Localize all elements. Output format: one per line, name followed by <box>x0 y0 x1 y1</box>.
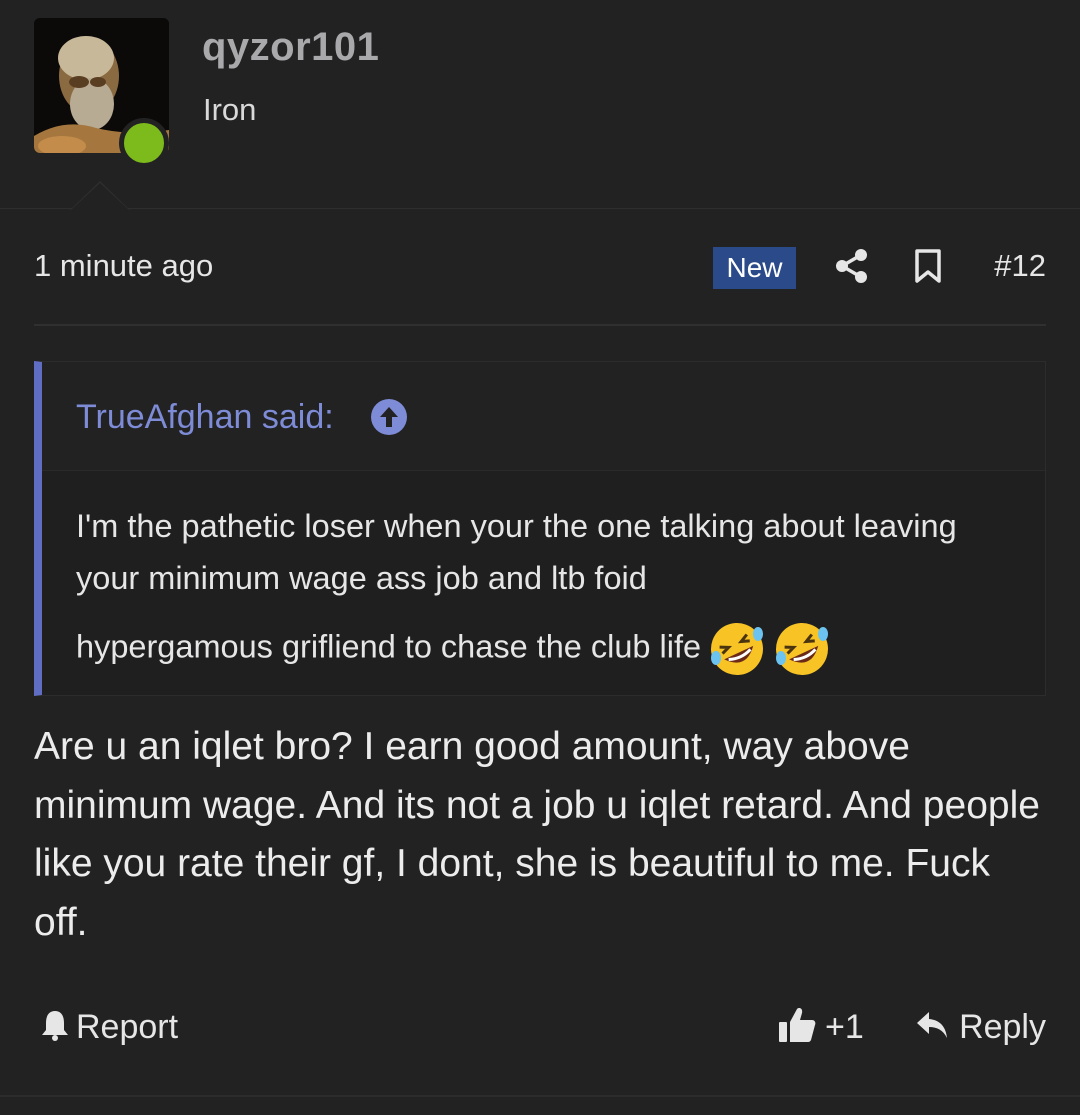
post-number[interactable]: #12 <box>994 248 1046 284</box>
username[interactable]: qyzor101 <box>202 25 379 70</box>
like-count: +1 <box>825 1007 864 1046</box>
laughing-emoji-icon <box>773 620 831 678</box>
arrow-up-circle-icon[interactable] <box>371 399 407 435</box>
quote-body: I'm the pathetic loser when your the one… <box>76 508 957 596</box>
post-actions-bar: Report +1 Reply <box>34 1000 1046 1052</box>
share-icon[interactable] <box>835 248 869 284</box>
reply-button[interactable]: Reply <box>915 1005 1046 1049</box>
report-label: Report <box>76 1007 179 1046</box>
post-meta-row: 1 minute ago New #12 <box>34 244 1046 290</box>
post-bottom-divider <box>0 1095 1080 1097</box>
report-button[interactable]: Report <box>40 1005 178 1049</box>
quote-body-last-line: hypergamous grifliend to chase the club … <box>76 620 831 678</box>
quote-author[interactable]: TrueAfghan said: <box>76 398 334 437</box>
thumbs-up-icon <box>777 1005 817 1050</box>
reply-arrow-icon <box>915 1010 949 1045</box>
post-timestamp[interactable]: 1 minute ago <box>34 248 213 284</box>
bell-icon <box>40 1009 70 1046</box>
post-message-body: Are u an iqlet bro? I earn good amount, … <box>34 725 1040 944</box>
new-badge: New <box>713 247 796 289</box>
bookmark-icon[interactable] <box>914 248 942 284</box>
user-rank: Iron <box>203 92 257 127</box>
meta-divider <box>34 324 1046 326</box>
header-pointer-fill <box>71 183 129 210</box>
quote-header: TrueAfghan said: <box>42 362 1045 471</box>
post-user-header: qyzor101 Iron <box>0 0 1080 210</box>
like-button[interactable]: +1 <box>777 1005 864 1049</box>
quote-block: TrueAfghan said: I'm the pathetic loser … <box>34 361 1046 696</box>
online-status-indicator <box>119 118 169 168</box>
reply-label: Reply <box>959 1007 1046 1046</box>
laughing-emoji-icon <box>708 620 766 678</box>
quote-last-line-text: hypergamous grifliend to chase the club … <box>76 628 702 665</box>
forum-post: qyzor101 Iron 1 minute ago New #12 TrueA… <box>0 0 1080 1115</box>
